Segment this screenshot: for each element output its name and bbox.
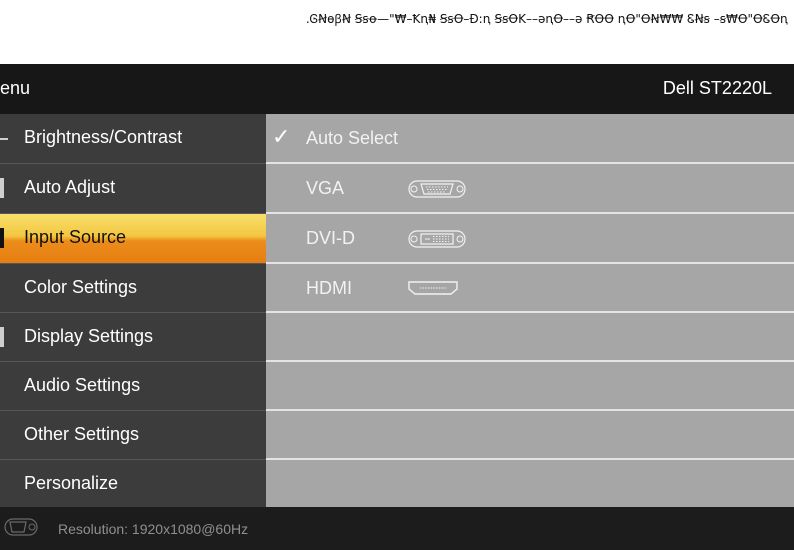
main-menu: Brightness/Contrast Auto Adjust Input So… (0, 114, 266, 507)
dash-icon (0, 138, 8, 140)
menu-item-label: Auto Adjust (24, 177, 116, 197)
dvi-port-icon (408, 230, 466, 248)
page-caption: .ᎶꞤɵꞵꞤ Ꞩꞩꝋ—"₩–Ꝁꞑ₦ ꞨꞩꝊ–Ð꞉ꞑ ꞨꞩꝊK––əꞑꝊ––ə Ꞧ… (305, 12, 788, 26)
option-label: VGA (306, 178, 345, 198)
osd-footer: Resolution: 1920x1080@60Hz (0, 507, 794, 550)
input-source-panel: ✓ Auto Select VGA DVI-D HDMI (266, 114, 794, 507)
option-vga[interactable]: VGA (266, 164, 794, 213)
menu-item-input-source[interactable]: Input Source (0, 214, 266, 263)
menu-item-label: Input Source (24, 227, 127, 247)
panel-divider (266, 458, 794, 460)
menu-item-color-settings[interactable]: Color Settings (0, 264, 266, 313)
vga-port-icon (4, 518, 38, 536)
monitor-model: Dell ST2220L (662, 78, 772, 98)
menu-item-other-settings[interactable]: Other Settings (0, 411, 266, 460)
menu-item-label: Color Settings (24, 277, 138, 297)
option-label: Auto Select (306, 128, 399, 148)
osd-window: enu Dell ST2220L Brightness/Contrast Aut… (0, 64, 794, 550)
option-label: HDMI (306, 278, 352, 298)
menu-title: enu (0, 78, 31, 98)
option-auto-select[interactable]: ✓ Auto Select (266, 114, 794, 163)
menu-item-auto-adjust[interactable]: Auto Adjust (0, 164, 266, 213)
osd-header: enu Dell ST2220L (0, 64, 794, 114)
menu-item-personalize[interactable]: Personalize (0, 460, 266, 509)
menu-item-label: Other Settings (24, 424, 140, 444)
panel-divider (266, 409, 794, 411)
menu-item-label: Audio Settings (24, 375, 141, 395)
menu-item-label: Brightness/Contrast (24, 127, 183, 147)
menu-item-label: Personalize (24, 473, 119, 493)
panel-divider (266, 360, 794, 362)
vga-port-icon (408, 180, 466, 198)
panel-divider (266, 311, 794, 313)
hdmi-port-icon (408, 281, 458, 295)
resolution-status: Resolution: 1920x1080@60Hz (58, 521, 249, 537)
marker-icon (0, 178, 4, 198)
option-hdmi[interactable]: HDMI (266, 264, 794, 313)
option-label: DVI-D (306, 228, 355, 248)
option-dvi-d[interactable]: DVI-D (266, 214, 794, 263)
menu-item-label: Display Settings (24, 326, 154, 346)
marker-icon (0, 327, 4, 347)
menu-item-display-settings[interactable]: Display Settings (0, 313, 266, 362)
menu-item-audio-settings[interactable]: Audio Settings (0, 362, 266, 411)
checkmark-icon: ✓ (272, 124, 291, 149)
menu-item-brightness-contrast[interactable]: Brightness/Contrast (0, 114, 266, 163)
marker-icon (0, 228, 4, 248)
